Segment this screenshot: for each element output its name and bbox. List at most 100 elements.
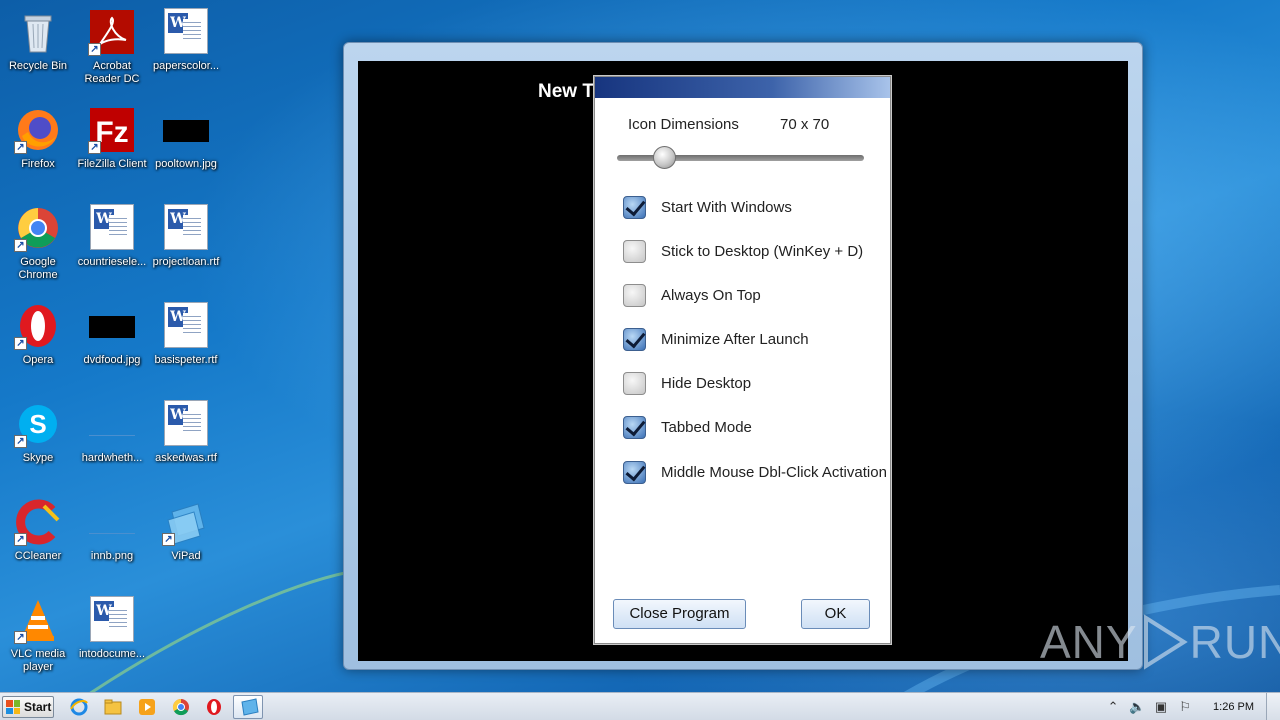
option-tabbed-mode[interactable]: Tabbed Mode xyxy=(623,414,752,440)
option-label: Stick to Desktop (WinKey + D) xyxy=(661,242,864,260)
word-document-icon: W xyxy=(162,8,210,56)
desktop-icon-label: askedwas.rtf xyxy=(155,452,217,464)
chrome-taskbar-icon[interactable] xyxy=(171,697,191,717)
always-on-top-checkbox[interactable] xyxy=(623,283,646,307)
desktop-icon-label: basispeter.rtf xyxy=(154,354,218,366)
desktop-icon-label: CCleaner xyxy=(14,550,62,562)
shortcut-arrow-icon: ↗ xyxy=(88,43,101,56)
desktop-icon-label: Skype xyxy=(22,452,54,464)
play-logo-icon xyxy=(1143,614,1188,670)
stick-to-desktop-checkbox[interactable] xyxy=(623,239,646,263)
minimize-after-launch-checkbox[interactable] xyxy=(623,327,646,351)
image-thumbnail-icon xyxy=(88,302,136,350)
media-player-icon[interactable] xyxy=(137,697,157,717)
image-thumbnail-icon xyxy=(162,106,210,154)
desktop-icon-basispeter[interactable]: W basispeter.rtf xyxy=(148,300,224,390)
desktop-icon-label: innb.png xyxy=(90,550,134,562)
option-minimize-after-launch[interactable]: Minimize After Launch xyxy=(623,326,809,352)
option-middle-mouse-activation[interactable]: Middle Mouse Dbl-Click Activation xyxy=(623,459,887,485)
desktop-icon-google-chrome[interactable]: ↗ Google Chrome xyxy=(0,202,76,292)
clock[interactable]: 1:26 PM xyxy=(1213,701,1254,713)
action-center-flag-icon[interactable]: ⚐ xyxy=(1177,699,1193,715)
desktop-icon-ccleaner[interactable]: ↗ CCleaner xyxy=(0,496,76,586)
watermark-text-right: RUN xyxy=(1189,616,1280,668)
opera-icon: ↗ xyxy=(14,302,62,350)
desktop-icon-vlc[interactable]: ↗ VLC media player xyxy=(0,594,76,684)
image-thumbnail-icon xyxy=(88,400,136,448)
chrome-icon: ↗ xyxy=(14,204,62,252)
skype-icon: S ↗ xyxy=(14,400,62,448)
tab-title[interactable]: New T xyxy=(538,81,594,103)
option-label: Hide Desktop xyxy=(661,374,752,392)
desktop-icon-label: Recycle Bin xyxy=(8,60,68,72)
vlc-icon: ↗ xyxy=(14,596,62,644)
shortcut-arrow-icon: ↗ xyxy=(14,141,27,154)
option-start-with-windows[interactable]: Start With Windows xyxy=(623,194,792,220)
desktop-icon-countriesele[interactable]: W countriesele... xyxy=(74,202,150,292)
start-button[interactable]: Start xyxy=(2,696,54,718)
ok-button[interactable]: OK xyxy=(801,599,870,629)
desktop-icon-dvdfood[interactable]: dvdfood.jpg xyxy=(74,300,150,390)
desktop-icon-recycle-bin[interactable]: Recycle Bin xyxy=(0,6,76,96)
shortcut-arrow-icon: ↗ xyxy=(14,533,27,546)
desktop-icon-label: dvdfood.jpg xyxy=(83,354,141,366)
desktop-icon-acrobat[interactable]: ↗ Acrobat Reader DC xyxy=(74,6,150,96)
desktop-icon-label: hardwheth... xyxy=(81,452,143,464)
dialog-titlebar[interactable] xyxy=(595,77,890,98)
option-stick-to-desktop[interactable]: Stick to Desktop (WinKey + D) xyxy=(623,238,863,264)
option-label: Minimize After Launch xyxy=(661,330,809,348)
desktop-icon-vipad[interactable]: ↗ ViPad xyxy=(148,496,224,586)
desktop-icon-paperscolor[interactable]: W paperscolor... xyxy=(148,6,224,96)
option-always-on-top[interactable]: Always On Top xyxy=(623,282,761,308)
start-with-windows-checkbox[interactable] xyxy=(623,195,646,219)
tabbed-mode-checkbox[interactable] xyxy=(623,415,646,439)
desktop-icon-label: pooltown.jpg xyxy=(155,158,217,170)
desktop-icon-projectloan[interactable]: W projectloan.rtf xyxy=(148,202,224,292)
icon-dimensions-label: Icon Dimensions xyxy=(628,116,739,133)
network-icon[interactable]: ▣ xyxy=(1153,699,1169,715)
anyrun-watermark: ANY RUN xyxy=(1040,612,1280,672)
icon-size-slider-thumb[interactable] xyxy=(653,146,676,169)
volume-icon[interactable]: 🔈 xyxy=(1129,699,1145,715)
desktop-icon-label: projectloan.rtf xyxy=(152,256,220,268)
word-document-icon: W xyxy=(162,400,210,448)
vipad-icon: ↗ xyxy=(162,498,210,546)
desktop-icon-firefox[interactable]: ↗ Firefox xyxy=(0,104,76,194)
internet-explorer-icon[interactable] xyxy=(69,697,89,717)
desktop-icon-label: Firefox xyxy=(21,158,55,170)
file-explorer-icon[interactable] xyxy=(103,697,123,717)
close-program-button[interactable]: Close Program xyxy=(613,599,746,629)
shortcut-arrow-icon: ↗ xyxy=(14,631,27,644)
shortcut-arrow-icon: ↗ xyxy=(14,337,27,350)
show-desktop-button[interactable] xyxy=(1266,693,1280,720)
svg-text:S: S xyxy=(29,409,46,439)
acrobat-icon: ↗ xyxy=(88,8,136,56)
desktop-icon-opera[interactable]: ↗ Opera xyxy=(0,300,76,390)
hide-desktop-checkbox[interactable] xyxy=(623,371,646,395)
option-hide-desktop[interactable]: Hide Desktop xyxy=(623,370,751,396)
desktop-icon-label: Opera xyxy=(22,354,54,366)
system-tray: ⌃ 🔈 ▣ ⚐ 1:26 PM xyxy=(1105,693,1280,720)
word-document-icon: W xyxy=(162,204,210,252)
desktop-icon-askedwas[interactable]: W askedwas.rtf xyxy=(148,398,224,488)
desktop-icon-filezilla[interactable]: Fz ↗ FileZilla Client xyxy=(74,104,150,194)
windows-logo-icon xyxy=(6,700,20,714)
desktop-icon-hardwheth[interactable]: hardwheth... xyxy=(74,398,150,488)
show-hidden-icons-icon[interactable]: ⌃ xyxy=(1105,699,1121,715)
settings-dialog: Icon Dimensions 70 x 70 Start With Windo… xyxy=(594,76,891,644)
vipad-taskbar-button[interactable] xyxy=(233,695,263,719)
desktop-icon-label: Google Chrome xyxy=(18,256,58,281)
vipad-taskbar-icon xyxy=(241,698,259,716)
shortcut-arrow-icon: ↗ xyxy=(88,141,101,154)
desktop-icon-label: FileZilla Client xyxy=(77,158,147,170)
middle-mouse-activation-checkbox[interactable] xyxy=(623,460,646,484)
desktop-icon-label: Acrobat Reader DC xyxy=(84,60,140,85)
desktop-icon-skype[interactable]: S ↗ Skype xyxy=(0,398,76,488)
desktop-icon-pooltown[interactable]: pooltown.jpg xyxy=(148,104,224,194)
opera-taskbar-icon[interactable] xyxy=(204,697,224,717)
word-document-icon: W xyxy=(88,596,136,644)
option-label: Middle Mouse Dbl-Click Activation xyxy=(661,463,887,481)
desktop-icon-intodocume[interactable]: W intodocume... xyxy=(74,594,150,684)
desktop-icon-innb[interactable]: innb.png xyxy=(74,496,150,586)
ccleaner-icon: ↗ xyxy=(14,498,62,546)
